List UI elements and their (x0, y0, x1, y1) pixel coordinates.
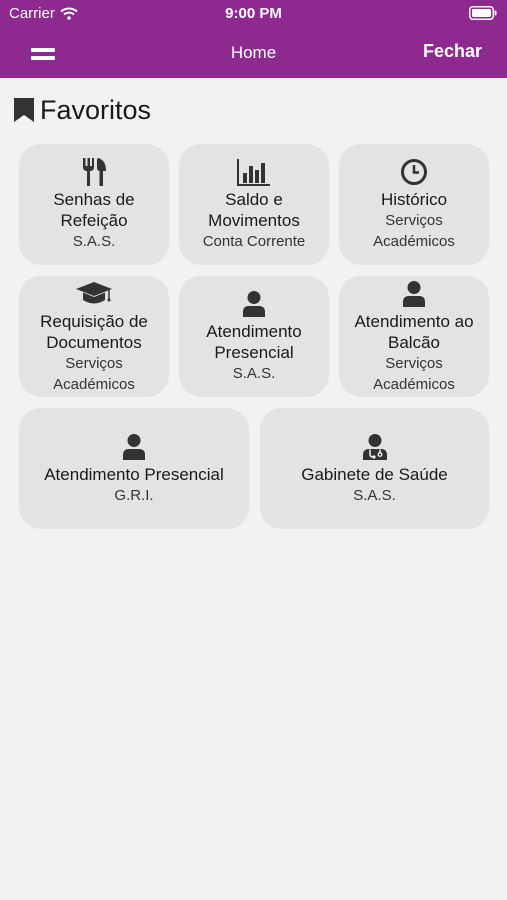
tile-atendimento-presencial-gri[interactable]: Atendimento Presencial G.R.I. (19, 408, 249, 529)
tile-subtitle: S.A.S. (232, 365, 276, 382)
tile-historico[interactable]: Histórico Serviços Académicos (339, 144, 489, 265)
tile-subtitle: Serviços Académicos (53, 354, 135, 393)
favorites-header: Favoritos (12, 93, 151, 127)
battery-icon (469, 6, 497, 20)
tile-atendimento-balcao[interactable]: Atendimento ao Balcão Serviços Académico… (339, 276, 489, 397)
bookmark-icon (14, 98, 34, 122)
bar-chart-icon (237, 157, 271, 187)
tile-title: Senhas de Refeição (53, 190, 135, 230)
section-title: Favoritos (40, 94, 152, 125)
status-time: 9:00 PM (225, 5, 282, 22)
tile-title: Atendimento Presencial (206, 322, 302, 362)
app-header: Carrier 9:00 PM Home Fechar (0, 0, 507, 78)
tile-title: Requisição de Documentos (40, 311, 148, 352)
tile-saldo-movimentos[interactable]: Saldo e Movimentos Conta Corrente (179, 144, 329, 265)
clock-icon (400, 157, 428, 187)
tile-gabinete-saude[interactable]: Gabinete de Saúde S.A.S. (260, 408, 489, 529)
tile-title: Saldo e Movimentos (208, 190, 300, 230)
tile-title: Histórico (380, 190, 448, 209)
user-icon (242, 289, 266, 319)
doctor-icon (362, 432, 388, 462)
tile-subtitle: G.R.I. (114, 486, 154, 504)
user-icon (402, 279, 426, 309)
tile-senhas-refeicao[interactable]: Senhas de Refeição S.A.S. (19, 144, 169, 265)
tile-subtitle: S.A.S. (72, 233, 116, 250)
utensils-icon (81, 157, 107, 187)
status-bar: Carrier 9:00 PM (0, 0, 507, 30)
tile-subtitle: S.A.S. (353, 486, 396, 504)
tile-requisicao-documentos[interactable]: Requisição de Documentos Serviços Académ… (19, 276, 169, 397)
user-icon (122, 432, 146, 462)
tile-subtitle: Serviços Académicos (373, 212, 455, 250)
close-button[interactable]: Fechar (423, 41, 482, 62)
tile-subtitle: Conta Corrente (202, 233, 306, 250)
tile-title: Gabinete de Saúde (301, 464, 448, 484)
tile-atendimento-presencial-sas[interactable]: Atendimento Presencial S.A.S. (179, 276, 329, 397)
tile-title: Atendimento Presencial (44, 464, 224, 484)
tile-title: Atendimento ao Balcão (354, 311, 474, 352)
tile-subtitle: Serviços Académicos (373, 354, 455, 393)
graduation-cap-icon (75, 279, 113, 309)
nav-bar: Home Fechar (0, 30, 507, 78)
